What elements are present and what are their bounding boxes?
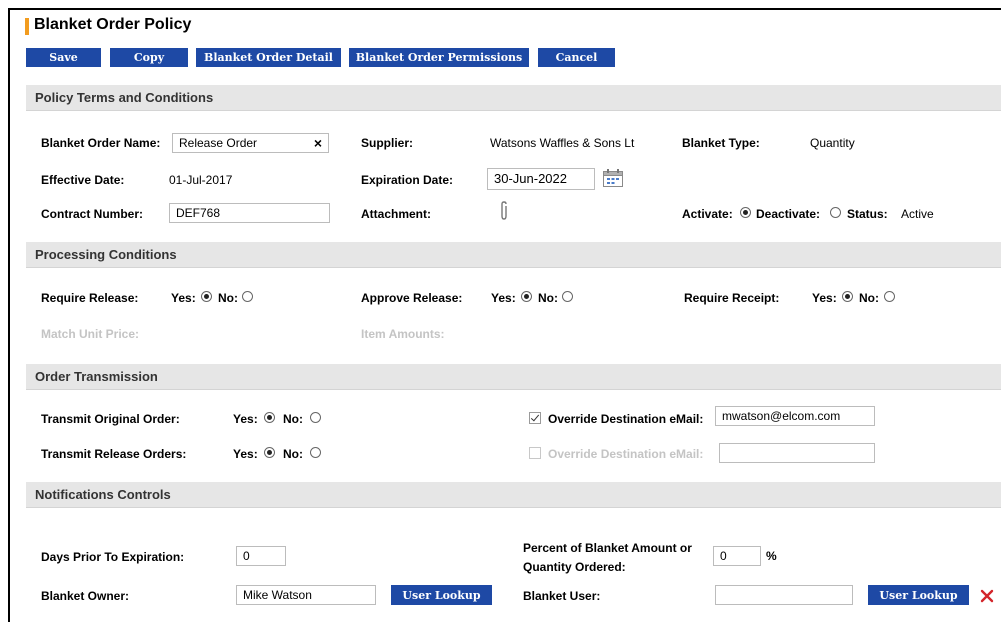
blanket-order-name-label: Blanket Order Name: (41, 136, 161, 150)
require-receipt-yes-label: Yes: (812, 291, 837, 305)
transmit-original-order-label: Transmit Original Order: (41, 412, 180, 426)
approve-release-yes-radio[interactable] (521, 291, 532, 302)
section-heading: Notifications Controls (35, 487, 171, 502)
deactivate-label: Deactivate: (756, 207, 821, 221)
percent-blanket-label-line2: Quantity Ordered: (523, 560, 626, 574)
approve-release-label: Approve Release: (361, 291, 463, 305)
item-amounts-label: Item Amounts: (361, 327, 445, 341)
contract-number-input[interactable]: DEF768 (169, 203, 330, 223)
blanket-order-name-input[interactable]: Release Order × (172, 133, 329, 153)
status-value: Active (901, 207, 934, 221)
require-release-no-radio[interactable] (242, 291, 253, 302)
transmit-release-yes-radio[interactable] (264, 447, 275, 458)
override-email-checkbox[interactable] (529, 412, 541, 424)
percent-blanket-label-line1: Percent of Blanket Amount or (523, 541, 692, 555)
blanket-order-detail-button[interactable]: Blanket Order Detail (196, 48, 341, 67)
delete-x-icon[interactable] (980, 589, 994, 603)
section-notifications-controls: Notifications Controls (26, 482, 1001, 508)
supplier-label: Supplier: (361, 136, 414, 150)
blanket-order-name-value: Release Order (179, 136, 258, 150)
title-accent-bar (25, 18, 29, 35)
section-heading: Order Transmission (35, 369, 158, 384)
save-button[interactable]: Save (26, 48, 101, 67)
deactivate-radio[interactable] (830, 207, 841, 218)
section-order-transmission: Order Transmission (26, 364, 1001, 390)
transmit-release-no-label: No: (283, 447, 303, 461)
require-release-yes-label: Yes: (171, 291, 196, 305)
status-label: Status: (847, 207, 888, 221)
supplier-value: Watsons Waffles & Sons Lt (490, 136, 635, 150)
activate-radio[interactable] (740, 207, 751, 218)
expiration-date-label: Expiration Date: (361, 173, 454, 187)
transmit-original-no-label: No: (283, 412, 303, 426)
require-release-yes-radio[interactable] (201, 291, 212, 302)
copy-button[interactable]: Copy (110, 48, 188, 67)
override-email-2-label: Override Destination eMail: (548, 447, 704, 461)
transmit-release-orders-label: Transmit Release Orders: (41, 447, 187, 461)
cancel-button[interactable]: Cancel (538, 48, 615, 67)
section-heading: Processing Conditions (35, 247, 177, 262)
transmit-original-no-radio[interactable] (310, 412, 321, 423)
approve-release-no-radio[interactable] (562, 291, 573, 302)
blanket-owner-label: Blanket Owner: (41, 589, 130, 603)
blanket-type-label: Blanket Type: (682, 136, 760, 150)
attachment-label: Attachment: (361, 207, 432, 221)
percent-sign: % (766, 549, 777, 563)
expiration-date-input[interactable]: 30-Jun-2022 (487, 168, 595, 190)
effective-date-value: 01-Jul-2017 (169, 173, 233, 187)
clear-icon[interactable]: × (314, 134, 322, 152)
section-heading: Policy Terms and Conditions (35, 90, 214, 105)
days-prior-expiration-input[interactable]: 0 (236, 546, 286, 566)
owner-user-lookup-button[interactable]: User Lookup (391, 585, 492, 605)
user-user-lookup-button[interactable]: User Lookup (868, 585, 969, 605)
require-receipt-no-label: No: (859, 291, 879, 305)
section-processing-conditions: Processing Conditions (26, 242, 1001, 268)
approve-release-no-label: No: (538, 291, 558, 305)
match-unit-price-label: Match Unit Price: (41, 327, 140, 341)
require-receipt-yes-radio[interactable] (842, 291, 853, 302)
transmit-release-no-radio[interactable] (310, 447, 321, 458)
require-release-no-label: No: (218, 291, 238, 305)
days-prior-expiration-label: Days Prior To Expiration: (41, 550, 185, 564)
transmit-release-yes-label: Yes: (233, 447, 258, 461)
transmit-original-yes-radio[interactable] (264, 412, 275, 423)
section-policy-terms: Policy Terms and Conditions (26, 85, 1001, 111)
override-email-2-input[interactable] (719, 443, 875, 463)
transmit-original-yes-label: Yes: (233, 412, 258, 426)
paperclip-icon[interactable] (498, 201, 510, 221)
blanket-user-label: Blanket User: (523, 589, 601, 603)
override-email-input[interactable]: mwatson@elcom.com (715, 406, 875, 426)
effective-date-label: Effective Date: (41, 173, 125, 187)
require-receipt-no-radio[interactable] (884, 291, 895, 302)
require-receipt-label: Require Receipt: (684, 291, 780, 305)
override-email-label: Override Destination eMail: (548, 412, 704, 426)
contract-number-label: Contract Number: (41, 207, 144, 221)
percent-blanket-input[interactable]: 0 (713, 546, 761, 566)
blanket-user-input[interactable] (715, 585, 853, 605)
override-email-2-checkbox[interactable] (529, 447, 541, 459)
blanket-owner-input[interactable]: Mike Watson (236, 585, 376, 605)
require-release-label: Require Release: (41, 291, 139, 305)
blanket-order-permissions-button[interactable]: Blanket Order Permissions (349, 48, 529, 67)
activate-label: Activate: (682, 207, 733, 221)
blanket-type-value: Quantity (810, 136, 855, 150)
page-title: Blanket Order Policy (34, 16, 192, 33)
calendar-icon[interactable] (602, 168, 624, 188)
approve-release-yes-label: Yes: (491, 291, 516, 305)
